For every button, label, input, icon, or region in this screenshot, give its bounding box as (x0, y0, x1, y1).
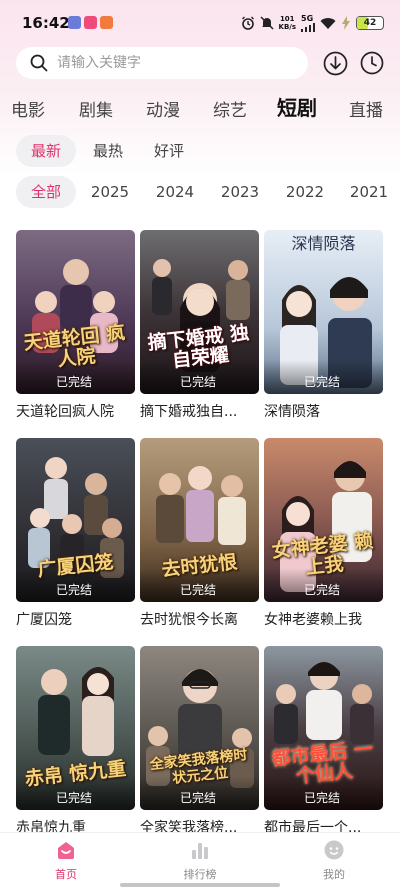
poster-image: 去时犹恨 已完结 (140, 438, 259, 602)
sort-filter: 最新 最热 好评 (0, 135, 400, 169)
poster-image: 摘下婚戒 独自荣耀 已完结 (140, 230, 259, 394)
notification-badges (68, 16, 113, 29)
status-label: 已完结 (304, 583, 341, 597)
download-button[interactable] (322, 50, 348, 76)
status-icons: 101 KB/s 5G 42 (241, 13, 384, 33)
poster-text: 深情陨落 (291, 234, 356, 253)
sort-latest[interactable]: 最新 (16, 135, 76, 167)
tab-anime[interactable]: 动漫 (146, 96, 180, 121)
drama-card[interactable]: 去时犹恨 已完结 去时犹恨今长离 (140, 438, 259, 636)
status-time: 16:42 (22, 14, 70, 32)
search-icon (30, 54, 48, 72)
poster-image: 女神老婆 赖上我 已完结 (264, 438, 383, 602)
poster-image: 赤帛 惊九重 已完结 (16, 646, 135, 810)
drama-card[interactable]: 深情陨落 已完结 深情陨落 (264, 230, 383, 428)
tab-variety[interactable]: 综艺 (213, 96, 247, 121)
poster-image: 全家笑我落榜时 状元之位 已完结 (140, 646, 259, 810)
search-input[interactable] (57, 55, 277, 71)
nav-label: 我的 (323, 868, 345, 881)
history-button[interactable] (359, 50, 385, 76)
year-2024[interactable]: 2024 (147, 176, 203, 208)
drama-card[interactable]: 都市最后 一个仙人 已完结 都市最后一个... (264, 646, 383, 844)
home-icon (58, 842, 74, 859)
cell-signal: 5G (301, 14, 315, 32)
year-2025[interactable]: 2025 (82, 176, 138, 208)
poster-image: 深情陨落 已完结 (264, 230, 383, 394)
app-notification-icon (68, 16, 81, 29)
nav-label: 排行榜 (183, 868, 217, 881)
card-title: 摘下婚戒独自... (140, 404, 238, 420)
card-title: 女神老婆赖上我 (264, 612, 362, 628)
status-label: 已完结 (56, 583, 93, 597)
poster-image: 天道轮回 疯人院 已完结 (16, 230, 135, 394)
tab-live[interactable]: 直播 (349, 96, 383, 121)
status-label: 已完结 (56, 375, 93, 389)
status-bar: 16:42 101 KB/s 5G 42 (0, 0, 400, 46)
poster-image: 广厦囚笼 已完结 (16, 438, 135, 602)
card-title: 去时犹恨今长离 (140, 612, 238, 628)
poster-image: 都市最后 一个仙人 已完结 (264, 646, 383, 810)
cell-signal-icon (301, 23, 315, 32)
profile-icon (324, 840, 344, 860)
app-notification-icon (100, 16, 113, 29)
year-2022[interactable]: 2022 (277, 176, 333, 208)
tab-movie[interactable]: 电影 (11, 96, 45, 121)
alarm-icon (241, 16, 254, 30)
app-notification-icon (84, 16, 97, 29)
bottom-navigation: 首页 排行榜 我的 (0, 832, 400, 889)
status-label: 已完结 (56, 791, 93, 805)
drama-card[interactable]: 女神老婆 赖上我 已完结 女神老婆赖上我 (264, 438, 383, 636)
drama-card[interactable]: 赤帛 惊九重 已完结 赤帛惊九重 (16, 646, 135, 844)
nav-label: 首页 (55, 868, 77, 881)
nav-profile[interactable]: 我的 (294, 839, 374, 882)
year-2023[interactable]: 2023 (212, 176, 268, 208)
charging-icon (342, 16, 350, 30)
sort-top-rated[interactable]: 好评 (139, 135, 199, 167)
battery-indicator: 42 (356, 16, 384, 30)
wifi-icon (320, 17, 336, 29)
status-label: 已完结 (180, 375, 217, 389)
card-title: 深情陨落 (264, 404, 320, 420)
status-label: 已完结 (180, 791, 217, 805)
net-speed: 101 KB/s (278, 15, 296, 31)
year-all[interactable]: 全部 (16, 176, 76, 208)
status-label: 已完结 (304, 791, 341, 805)
clock-icon (360, 51, 384, 75)
drama-card[interactable]: 摘下婚戒 独自荣耀 已完结 摘下婚戒独自... (140, 230, 259, 428)
sort-hottest[interactable]: 最热 (78, 135, 138, 167)
year-2021[interactable]: 2021 (341, 176, 397, 208)
year-filter: 全部 2025 2024 2023 2022 2021 (0, 176, 400, 210)
home-indicator[interactable] (120, 883, 280, 887)
nav-ranking[interactable]: 排行榜 (160, 839, 240, 882)
status-label: 已完结 (304, 375, 341, 389)
card-title: 广厦囚笼 (16, 612, 72, 628)
category-tabs: 电影 剧集 动漫 综艺 短剧 直播 (0, 88, 400, 126)
mute-icon (259, 16, 274, 30)
drama-card[interactable]: 广厦囚笼 已完结 广厦囚笼 (16, 438, 135, 636)
search-box[interactable] (16, 47, 308, 79)
ranking-icon (192, 843, 208, 859)
tab-series[interactable]: 剧集 (79, 96, 113, 121)
card-title: 天道轮回疯人院 (16, 404, 114, 420)
drama-card[interactable]: 全家笑我落榜时 状元之位 已完结 全家笑我落榜... (140, 646, 259, 844)
search-row (16, 47, 386, 81)
drama-card[interactable]: 天道轮回 疯人院 已完结 天道轮回疯人院 (16, 230, 135, 428)
nav-home[interactable]: 首页 (26, 839, 106, 882)
status-label: 已完结 (180, 583, 217, 597)
download-icon (323, 51, 347, 75)
tab-short-drama[interactable]: 短剧 (277, 92, 317, 121)
